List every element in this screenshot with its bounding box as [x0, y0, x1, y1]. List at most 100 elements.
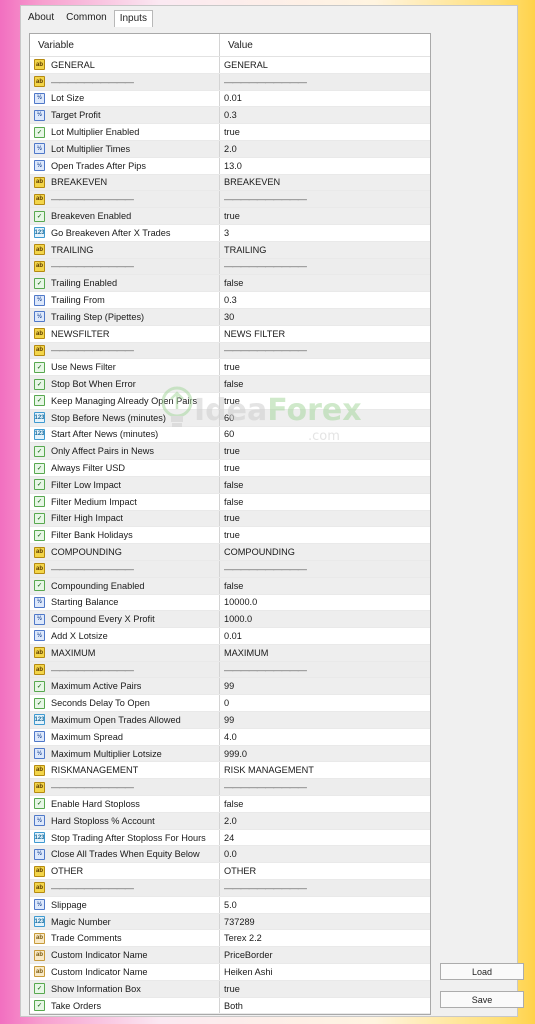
value-cell[interactable]: —————————— — [220, 191, 430, 207]
table-row[interactable]: ab Trade Comments Terex 2.2 — [30, 930, 430, 948]
value-cell[interactable]: true — [220, 393, 430, 409]
variable-cell[interactable]: ab —————————— — [30, 560, 220, 577]
table-row[interactable]: ½ Close All Trades When Equity Below 0.0 — [30, 846, 430, 864]
variable-cell[interactable]: ab NEWSFILTER — [30, 325, 220, 342]
variable-cell[interactable]: ab RISKMANAGEMENT — [30, 762, 220, 779]
variable-cell[interactable]: ✓ Breakeven Enabled — [30, 208, 220, 224]
table-row[interactable]: ✓ Use News Filter true — [30, 359, 430, 377]
value-cell[interactable]: PriceBorder — [220, 947, 430, 963]
value-cell[interactable]: true — [220, 124, 430, 140]
table-row[interactable]: ab MAXIMUM MAXIMUM — [30, 644, 430, 662]
table-row[interactable]: ab OTHER OTHER — [30, 863, 430, 881]
value-cell[interactable]: false — [220, 376, 430, 392]
table-row[interactable]: ½ Add X Lotsize 0.01 — [30, 628, 430, 645]
variable-cell[interactable]: ½ Slippage — [30, 896, 220, 913]
variable-cell[interactable]: ✓ Trailing Enabled — [30, 275, 220, 292]
table-row[interactable]: ab Custom Indicator Name Heiken Ashi — [30, 964, 430, 981]
tab-about[interactable]: About — [23, 10, 59, 26]
table-row[interactable]: 123 Magic Number 737289 — [30, 913, 430, 931]
value-cell[interactable]: 30 — [220, 309, 430, 325]
table-row[interactable]: ab BREAKEVEN BREAKEVEN — [30, 174, 430, 192]
variable-cell[interactable]: ✓ Show Information Box — [30, 980, 220, 997]
value-cell[interactable]: Both — [220, 998, 430, 1014]
variable-cell[interactable]: ab TRAILING — [30, 241, 220, 258]
value-cell[interactable]: 99 — [220, 678, 430, 694]
table-row[interactable]: ✓ Stop Bot When Error false — [30, 376, 430, 393]
table-row[interactable]: ½ Trailing Step (Pipettes) 30 — [30, 308, 430, 326]
value-cell[interactable]: 0.3 — [220, 292, 430, 308]
table-row[interactable]: ab GENERAL GENERAL — [30, 57, 430, 74]
value-cell[interactable]: GENERAL — [220, 57, 430, 73]
value-cell[interactable]: 1000.0 — [220, 611, 430, 627]
variable-cell[interactable]: ab —————————— — [30, 661, 220, 678]
table-row[interactable]: ✓ Take Orders Both — [30, 997, 430, 1014]
table-row[interactable]: ½ Hard Stoploss % Account 2.0 — [30, 812, 430, 830]
variable-cell[interactable]: 123 Magic Number — [30, 913, 220, 930]
value-cell[interactable]: 3 — [220, 225, 430, 241]
value-cell[interactable]: 0 — [220, 695, 430, 711]
variable-cell[interactable]: ½ Maximum Spread — [30, 728, 220, 745]
value-cell[interactable]: OTHER — [220, 863, 430, 879]
value-cell[interactable]: Terex 2.2 — [220, 930, 430, 946]
table-row[interactable]: ½ Target Profit 0.3 — [30, 107, 430, 125]
separator-row[interactable]: ab —————————— —————————— — [30, 73, 430, 91]
value-cell[interactable]: 737289 — [220, 914, 430, 930]
variable-cell[interactable]: ab BREAKEVEN — [30, 174, 220, 191]
variable-cell[interactable]: ✓ Always Filter USD — [30, 460, 220, 476]
table-row[interactable]: ½ Maximum Multiplier Lotsize 999.0 — [30, 745, 430, 763]
table-row[interactable]: ab RISKMANAGEMENT RISK MANAGEMENT — [30, 762, 430, 780]
value-cell[interactable]: 0.01 — [220, 91, 430, 107]
value-cell[interactable]: —————————— — [220, 779, 430, 795]
value-cell[interactable]: —————————— — [220, 662, 430, 678]
table-row[interactable]: ✓ Filter Medium Impact false — [30, 493, 430, 511]
variable-cell[interactable]: ab OTHER — [30, 863, 220, 880]
value-cell[interactable]: 10000.0 — [220, 595, 430, 611]
variable-cell[interactable]: ✓ Filter High Impact — [30, 510, 220, 527]
value-cell[interactable]: —————————— — [220, 343, 430, 359]
table-row[interactable]: ✓ Keep Managing Already Open Pairs true — [30, 392, 430, 410]
variable-cell[interactable]: 123 Maximum Open Trades Allowed — [30, 712, 220, 728]
value-cell[interactable]: true — [220, 527, 430, 543]
value-cell[interactable]: Heiken Ashi — [220, 964, 430, 980]
value-cell[interactable]: BREAKEVEN — [220, 175, 430, 191]
variable-cell[interactable]: ab —————————— — [30, 73, 220, 90]
separator-row[interactable]: ab —————————— —————————— — [30, 258, 430, 276]
table-row[interactable]: ✓ Show Information Box true — [30, 980, 430, 998]
table-row[interactable]: ✓ Compounding Enabled false — [30, 577, 430, 595]
variable-cell[interactable]: ab GENERAL — [30, 57, 220, 73]
table-row[interactable]: ab COMPOUNDING COMPOUNDING — [30, 544, 430, 561]
table-row[interactable]: ½ Starting Balance 10000.0 — [30, 594, 430, 612]
variable-cell[interactable]: ✓ Seconds Delay To Open — [30, 695, 220, 712]
table-row[interactable]: ½ Trailing From 0.3 — [30, 292, 430, 309]
value-cell[interactable]: TRAILING — [220, 242, 430, 258]
variable-cell[interactable]: ✓ Filter Medium Impact — [30, 493, 220, 510]
value-cell[interactable]: false — [220, 477, 430, 493]
value-cell[interactable]: 0.3 — [220, 107, 430, 123]
tab-inputs[interactable]: Inputs — [113, 10, 153, 27]
variable-cell[interactable]: ab —————————— — [30, 258, 220, 275]
variable-cell[interactable]: ½ Lot Multiplier Times — [30, 140, 220, 157]
value-cell[interactable]: true — [220, 443, 430, 459]
value-cell[interactable]: 0.01 — [220, 628, 430, 644]
variable-cell[interactable]: ab Custom Indicator Name — [30, 947, 220, 964]
variable-cell[interactable]: ✓ Use News Filter — [30, 359, 220, 376]
column-header-value[interactable]: Value — [220, 34, 430, 56]
separator-row[interactable]: ab —————————— —————————— — [30, 560, 430, 578]
variable-cell[interactable]: ✓ Stop Bot When Error — [30, 376, 220, 392]
variable-cell[interactable]: 123 Stop Before News (minutes) — [30, 409, 220, 426]
table-row[interactable]: 123 Maximum Open Trades Allowed 99 — [30, 712, 430, 729]
value-cell[interactable]: 99 — [220, 712, 430, 728]
variable-cell[interactable]: 123 Stop Trading After Stoploss For Hours — [30, 829, 220, 846]
separator-row[interactable]: ab —————————— —————————— — [30, 779, 430, 797]
variable-cell[interactable]: ab —————————— — [30, 342, 220, 359]
separator-row[interactable]: ab —————————— —————————— — [30, 342, 430, 360]
table-row[interactable]: ✓ Seconds Delay To Open 0 — [30, 695, 430, 713]
variable-cell[interactable]: ½ Close All Trades When Equity Below — [30, 846, 220, 863]
variable-cell[interactable]: ½ Maximum Multiplier Lotsize — [30, 745, 220, 762]
table-row[interactable]: ✓ Breakeven Enabled true — [30, 208, 430, 225]
table-row[interactable]: ✓ Trailing Enabled false — [30, 275, 430, 293]
value-cell[interactable]: 5.0 — [220, 897, 430, 913]
value-cell[interactable]: true — [220, 511, 430, 527]
variable-cell[interactable]: 123 Start After News (minutes) — [30, 426, 220, 443]
value-cell[interactable]: 999.0 — [220, 746, 430, 762]
